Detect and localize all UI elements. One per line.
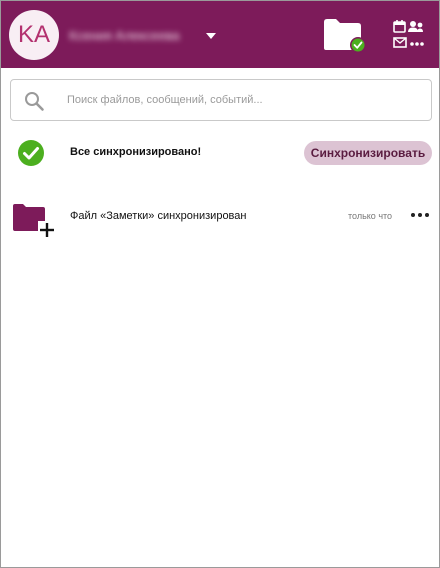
activity-item[interactable]: Файл «Заметки» синхронизирован только чт… xyxy=(1,197,439,239)
more-options-icon[interactable] xyxy=(411,208,429,222)
header-bar: KA Ксения Алексеева xyxy=(1,1,439,68)
search-box[interactable] xyxy=(10,79,432,121)
apps-menu-icon[interactable] xyxy=(391,17,427,51)
dot xyxy=(418,213,422,217)
dot xyxy=(425,213,429,217)
sync-status-text: Все синхронизировано! xyxy=(70,146,202,158)
search-icon xyxy=(25,92,44,111)
app-window: KA Ксения Алексеева Поиск файлов, сообще… xyxy=(0,0,440,568)
sync-button[interactable]: Синхронизировать xyxy=(304,141,432,165)
username[interactable]: Ксения Алексеева xyxy=(69,28,197,44)
activity-text: Файл «Заметки» синхронизирован xyxy=(70,210,247,222)
dot xyxy=(411,213,415,217)
search-input[interactable] xyxy=(67,88,417,112)
folder-synced-icon[interactable] xyxy=(322,16,368,54)
avatar[interactable]: KA xyxy=(9,10,59,60)
check-circle-icon xyxy=(18,140,44,166)
folder-add-icon xyxy=(13,204,54,239)
chevron-down-icon[interactable] xyxy=(205,31,217,41)
activity-time: только что xyxy=(348,211,393,221)
